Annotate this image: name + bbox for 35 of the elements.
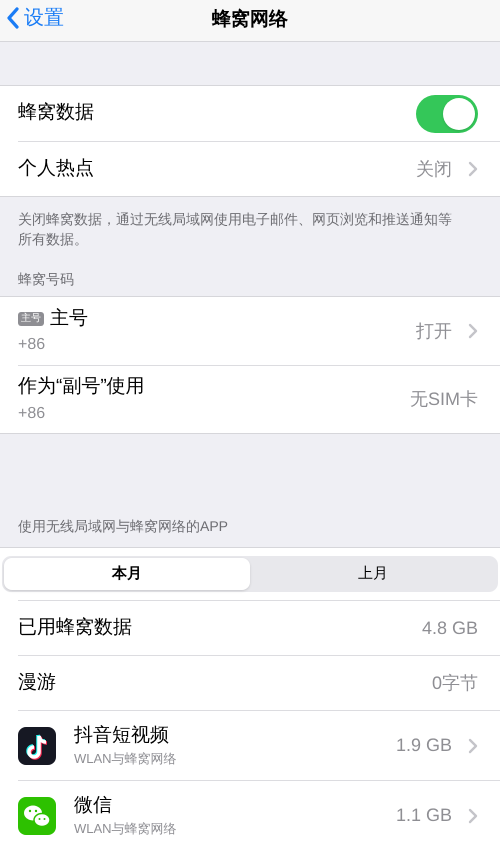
phone-number: +86 bbox=[18, 404, 46, 424]
chevron-icon bbox=[468, 161, 478, 177]
row-value: 关闭 bbox=[416, 158, 452, 180]
toggle-switch[interactable] bbox=[416, 94, 478, 132]
back-button[interactable]: 设置 bbox=[6, 3, 64, 33]
row-label: 主号 bbox=[50, 306, 88, 331]
section-header: 使用无线局域网与蜂窝网络的APP bbox=[17, 517, 230, 536]
app-name: 微信 bbox=[74, 794, 113, 818]
row-label: 蜂窝数据 bbox=[18, 101, 94, 126]
chevron-icon bbox=[468, 738, 478, 754]
app-name: 抖音短视频 bbox=[74, 724, 170, 748]
section-header: 蜂窝号码 bbox=[17, 270, 75, 289]
chat-bubbles-icon bbox=[18, 796, 56, 834]
music-note-icon bbox=[18, 726, 56, 764]
sim-badge: 主号 bbox=[18, 312, 44, 326]
row-label: 作为“副号”使用 bbox=[18, 375, 145, 400]
row-label: 漫游 bbox=[18, 670, 56, 695]
phone-number: +86 bbox=[18, 335, 46, 356]
row-value: 1.1 GB bbox=[396, 804, 452, 827]
nav-title: 蜂窝网络 bbox=[212, 7, 288, 32]
chevron-icon bbox=[468, 808, 478, 824]
row-value: 1.9 GB bbox=[396, 734, 452, 757]
app-subtitle: WLAN与蜂窝网络 bbox=[74, 750, 177, 768]
section-footer: 关闭蜂窝数据，通过无线局域网使用电子邮件、网页浏览和推送通知等所有数据。 bbox=[0, 197, 500, 249]
row-label: 个人热点 bbox=[18, 156, 94, 181]
row-value: 4.8 GB bbox=[422, 616, 478, 640]
segment-tab[interactable]: 上月 bbox=[250, 558, 496, 590]
chevron-icon bbox=[468, 323, 478, 339]
row-value: 0字节 bbox=[432, 672, 478, 694]
row-value: 打开 bbox=[416, 320, 452, 342]
row-value: 无SIM卡 bbox=[410, 388, 478, 411]
segment-tab[interactable]: 本月 bbox=[4, 558, 250, 590]
back-chevron-icon bbox=[6, 6, 20, 30]
app-subtitle: WLAN与蜂窝网络 bbox=[74, 820, 177, 838]
row-label: 已用蜂窝数据 bbox=[18, 616, 132, 640]
